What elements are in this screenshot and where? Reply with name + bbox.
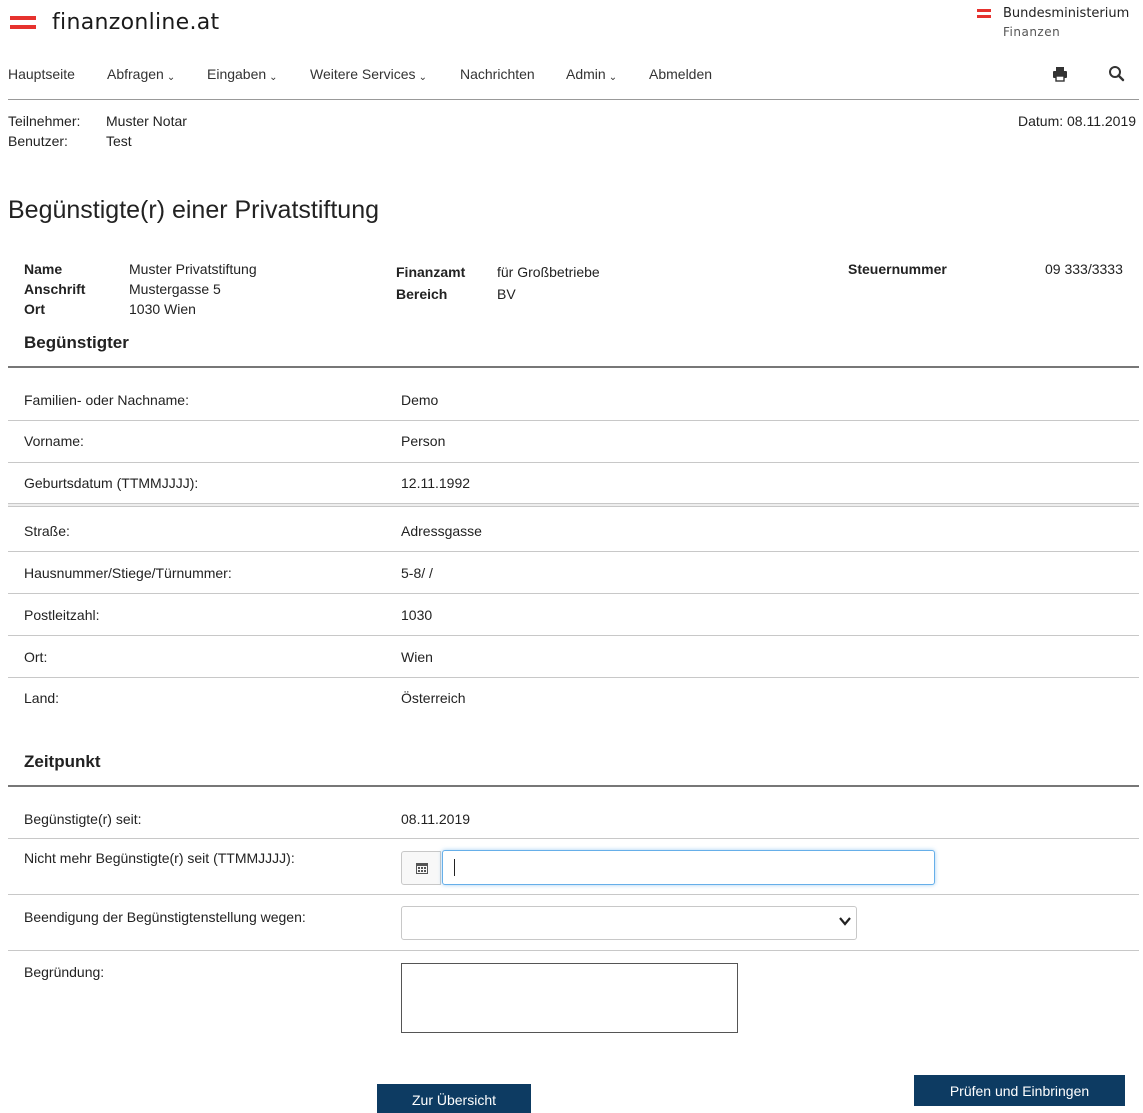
site-logo-text[interactable]: finanzonline.at (52, 10, 219, 35)
row-value-ort: Wien (401, 649, 433, 665)
text-caret (454, 859, 455, 876)
chevron-down-icon[interactable] (838, 914, 852, 928)
row-label-land: Land: (24, 690, 60, 706)
finanzonline-logo-icon[interactable] (10, 16, 36, 30)
row-value-hausnummer: 5-8/ / (401, 565, 433, 581)
row-value-geburtsdatum: 12.11.1992 (401, 475, 471, 491)
nicht-mehr-seit-input[interactable] (442, 850, 935, 885)
steuernummer-label: Steuernummer (848, 261, 947, 277)
anschrift-value: Mustergasse 5 (129, 281, 221, 297)
row-value-nachname: Demo (401, 392, 439, 408)
nav-eingaben[interactable]: Eingaben ⌄ (207, 66, 278, 83)
benutzer-value: Test (106, 133, 132, 149)
beguenstigt-seit-label: Begünstigte(r) seit: (24, 811, 142, 827)
row-label-strasse: Straße: (24, 523, 70, 539)
current-date: Datum: 08.11.2019 (1018, 113, 1137, 129)
row-label-postleitzahl: Postleitzahl: (24, 607, 100, 623)
nav-weitere-services[interactable]: Weitere Services ⌄ (310, 66, 427, 83)
name-value: Muster Privatstiftung (129, 261, 257, 277)
finanzamt-label: Finanzamt (396, 264, 466, 280)
beendigung-select[interactable] (401, 906, 857, 940)
nav-abfragen[interactable]: Abfragen ⌄ (107, 66, 176, 83)
steuernummer-value: 09 333/3333 (1045, 261, 1123, 277)
name-label: Name (24, 261, 63, 277)
row-label-nachname: Familien- oder Nachname: (24, 392, 189, 408)
zur-uebersicht-button[interactable]: Zur Übersicht (377, 1084, 531, 1113)
pruefen-und-einbringen-button[interactable]: Prüfen und Einbringen (914, 1075, 1125, 1106)
row-label-vorname: Vorname: (24, 433, 84, 449)
group-divider (8, 503, 1139, 507)
chevron-down-icon: ⌄ (418, 72, 427, 83)
row-divider (8, 593, 1139, 594)
beguenstigt-seit-value: 08.11.2019 (401, 811, 471, 827)
section-title-zeitpunkt: Zeitpunkt (24, 752, 101, 771)
nicht-mehr-seit-label: Nicht mehr Begünstigte(r) seit (TTMMJJJJ… (24, 850, 295, 866)
nav-hauptseite[interactable]: Hauptseite (8, 66, 75, 82)
row-divider (8, 677, 1139, 678)
nav-admin[interactable]: Admin ⌄ (566, 66, 618, 83)
row-label-hausnummer: Hausnummer/Stiege/Türnummer: (24, 565, 232, 581)
section-title-beguenstigter: Begünstigter (24, 333, 129, 352)
row-divider (8, 894, 1139, 895)
row-divider (8, 838, 1139, 839)
ort-label: Ort (24, 301, 45, 317)
row-divider (8, 635, 1139, 636)
ort-value: 1030 Wien (129, 301, 196, 317)
search-icon[interactable] (1108, 65, 1125, 82)
anschrift-label: Anschrift (24, 281, 86, 297)
printer-icon[interactable] (1052, 66, 1068, 82)
section-divider (8, 785, 1139, 787)
row-label-ort: Ort: (24, 649, 48, 665)
finanzamt-value: für Großbetriebe (497, 264, 600, 280)
ministry-name-line2: Finanzen (1003, 25, 1061, 39)
row-divider (8, 950, 1139, 951)
row-value-strasse: Adressgasse (401, 523, 482, 539)
row-value-postleitzahl: 1030 (401, 607, 433, 623)
row-label-geburtsdatum: Geburtsdatum (TTMMJJJJ): (24, 475, 199, 491)
bmf-logo-icon (977, 9, 991, 19)
row-divider (8, 551, 1139, 552)
teilnehmer-value: Muster Notar (106, 113, 187, 129)
bereich-value: BV (497, 286, 516, 302)
chevron-down-icon: ⌄ (608, 72, 618, 83)
calendar-icon (416, 863, 428, 874)
nav-abmelden[interactable]: Abmelden (649, 66, 712, 82)
ministry-name-line1: Bundesministerium (1003, 6, 1130, 21)
row-value-land: Österreich (401, 690, 466, 706)
calendar-button[interactable] (401, 851, 441, 885)
bereich-label: Bereich (396, 286, 448, 302)
row-divider (8, 462, 1139, 463)
begruendung-textarea[interactable] (401, 963, 738, 1033)
teilnehmer-label: Teilnehmer: (8, 113, 81, 129)
nav-divider (8, 99, 1139, 100)
chevron-down-icon: ⌄ (269, 72, 278, 83)
row-value-vorname: Person (401, 433, 446, 449)
page-title: Begünstigte(r) einer Privatstiftung (8, 196, 380, 224)
section-divider (8, 366, 1139, 368)
benutzer-label: Benutzer: (8, 133, 68, 149)
row-divider (8, 420, 1139, 421)
chevron-down-icon: ⌄ (166, 72, 176, 83)
nav-nachrichten[interactable]: Nachrichten (460, 66, 535, 82)
beendigung-label: Beendigung der Begünstigtenstellung wege… (24, 909, 306, 925)
begruendung-label: Begründung: (24, 964, 105, 980)
